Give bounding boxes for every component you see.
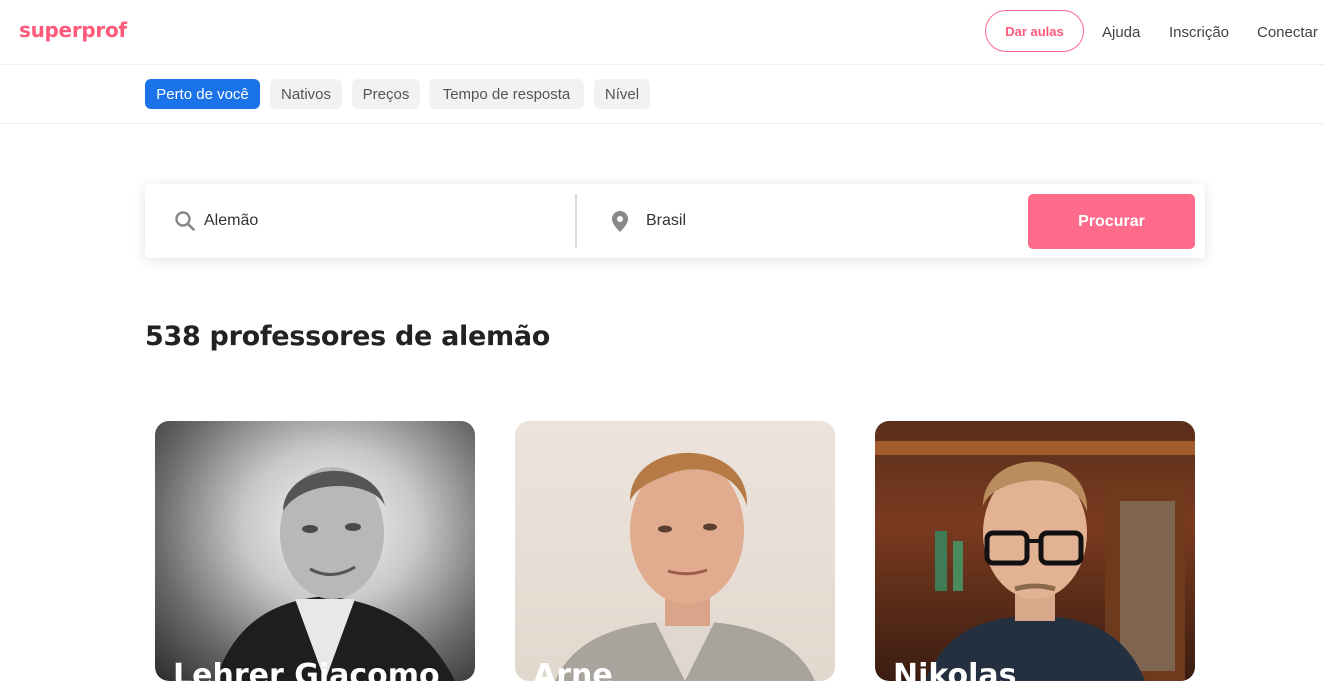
help-link[interactable]: Ajuda bbox=[1102, 24, 1140, 41]
tutor-card[interactable]: Arne bbox=[515, 421, 835, 681]
search-button[interactable]: Procurar bbox=[1028, 194, 1195, 249]
tutor-card[interactable]: Nikolas bbox=[875, 421, 1195, 681]
location-search-value: Brasil bbox=[646, 212, 687, 229]
tutor-name: Arne bbox=[533, 658, 613, 681]
filter-prices[interactable]: Preços bbox=[352, 79, 420, 109]
tutor-photo bbox=[555, 452, 815, 681]
tutor-name: Nikolas bbox=[893, 658, 1017, 681]
tutor-name: Lehrer Giacomo bbox=[173, 658, 440, 681]
give-lessons-button[interactable]: Dar aulas bbox=[985, 10, 1084, 52]
filter-response-time[interactable]: Tempo de resposta bbox=[429, 79, 584, 109]
subject-search-field[interactable]: Alemão bbox=[175, 184, 565, 258]
filter-level[interactable]: Nível bbox=[594, 79, 650, 109]
tutor-card[interactable]: Lehrer Giacomo bbox=[155, 421, 475, 681]
filter-bar: Perto de você Nativos Preços Tempo de re… bbox=[0, 64, 1324, 124]
search-divider bbox=[575, 194, 577, 248]
login-link[interactable]: Conectar bbox=[1257, 24, 1318, 41]
location-search-field[interactable]: Brasil bbox=[612, 184, 1012, 258]
superprof-logo[interactable]: superprof bbox=[19, 18, 127, 42]
top-header: superprof Dar aulas Ajuda Inscrição Cone… bbox=[0, 0, 1324, 65]
filter-nearby[interactable]: Perto de você bbox=[145, 79, 260, 109]
tutor-photo bbox=[215, 467, 455, 681]
search-bar: Alemão Brasil Procurar bbox=[145, 184, 1205, 258]
subject-search-value: Alemão bbox=[204, 212, 259, 229]
signup-link[interactable]: Inscrição bbox=[1169, 24, 1229, 41]
filter-natives[interactable]: Nativos bbox=[270, 79, 342, 109]
results-heading: 538 professores de alemão bbox=[145, 321, 551, 352]
tutor-photo bbox=[875, 441, 1195, 681]
search-icon bbox=[175, 211, 195, 231]
location-pin-icon bbox=[612, 210, 628, 232]
